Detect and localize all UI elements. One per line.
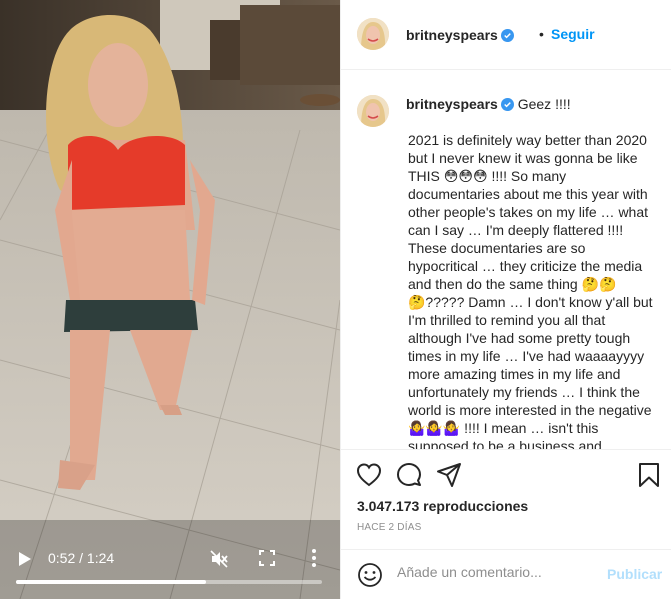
muted-icon[interactable] xyxy=(210,550,228,568)
comment-bar: Publicar xyxy=(341,549,671,599)
heart-icon[interactable] xyxy=(356,462,382,488)
video-frame xyxy=(0,0,340,599)
avatar-image xyxy=(357,18,389,50)
publish-button[interactable]: Publicar xyxy=(607,566,662,582)
bookmark-icon[interactable] xyxy=(636,462,662,488)
follow-button[interactable]: Seguir xyxy=(551,26,595,42)
play-icon[interactable] xyxy=(18,551,32,567)
caption-section: britneyspears Geez !!!! 2021 is definite… xyxy=(341,71,671,449)
share-icon[interactable] xyxy=(436,462,462,488)
post-timestamp[interactable]: HACE 2 DÍAS xyxy=(357,522,421,533)
verified-badge-icon xyxy=(500,98,514,111)
emoji-icon[interactable] xyxy=(357,562,383,588)
avatar-image xyxy=(357,95,389,127)
video-player[interactable]: 0:52 / 1:24 xyxy=(0,0,340,599)
verified-badge-icon xyxy=(500,29,514,42)
video-controls: 0:52 / 1:24 xyxy=(0,529,340,599)
separator-dot: • xyxy=(539,26,544,42)
post-header: britneyspears • Seguir xyxy=(341,0,671,70)
avatar[interactable] xyxy=(357,18,389,50)
header-username[interactable]: britneyspears xyxy=(406,27,514,43)
video-progress-fill xyxy=(16,580,206,584)
more-vertical-icon[interactable] xyxy=(308,548,320,568)
view-count[interactable]: 3.047.173 reproducciones xyxy=(357,498,528,514)
comment-input[interactable] xyxy=(397,564,597,580)
caption-avatar[interactable] xyxy=(357,95,389,127)
instagram-post: 0:52 / 1:24 britneyspears • Seguir britn… xyxy=(0,0,671,599)
comment-icon[interactable] xyxy=(396,462,422,488)
fullscreen-icon[interactable] xyxy=(259,550,275,566)
video-time: 0:52 / 1:24 xyxy=(48,550,115,566)
post-side-panel: britneyspears • Seguir britneyspears Gee… xyxy=(340,0,671,599)
caption-header: britneyspears Geez !!!! xyxy=(406,96,571,112)
post-actions: 3.047.173 reproducciones HACE 2 DÍAS xyxy=(341,449,671,549)
video-progress-bar[interactable] xyxy=(16,580,322,584)
caption-title: Geez !!!! xyxy=(517,96,571,112)
username-text[interactable]: britneyspears xyxy=(406,27,498,43)
caption-username[interactable]: britneyspears xyxy=(406,96,498,112)
caption-text: 2021 is definitely way better than 2020 … xyxy=(408,132,653,449)
